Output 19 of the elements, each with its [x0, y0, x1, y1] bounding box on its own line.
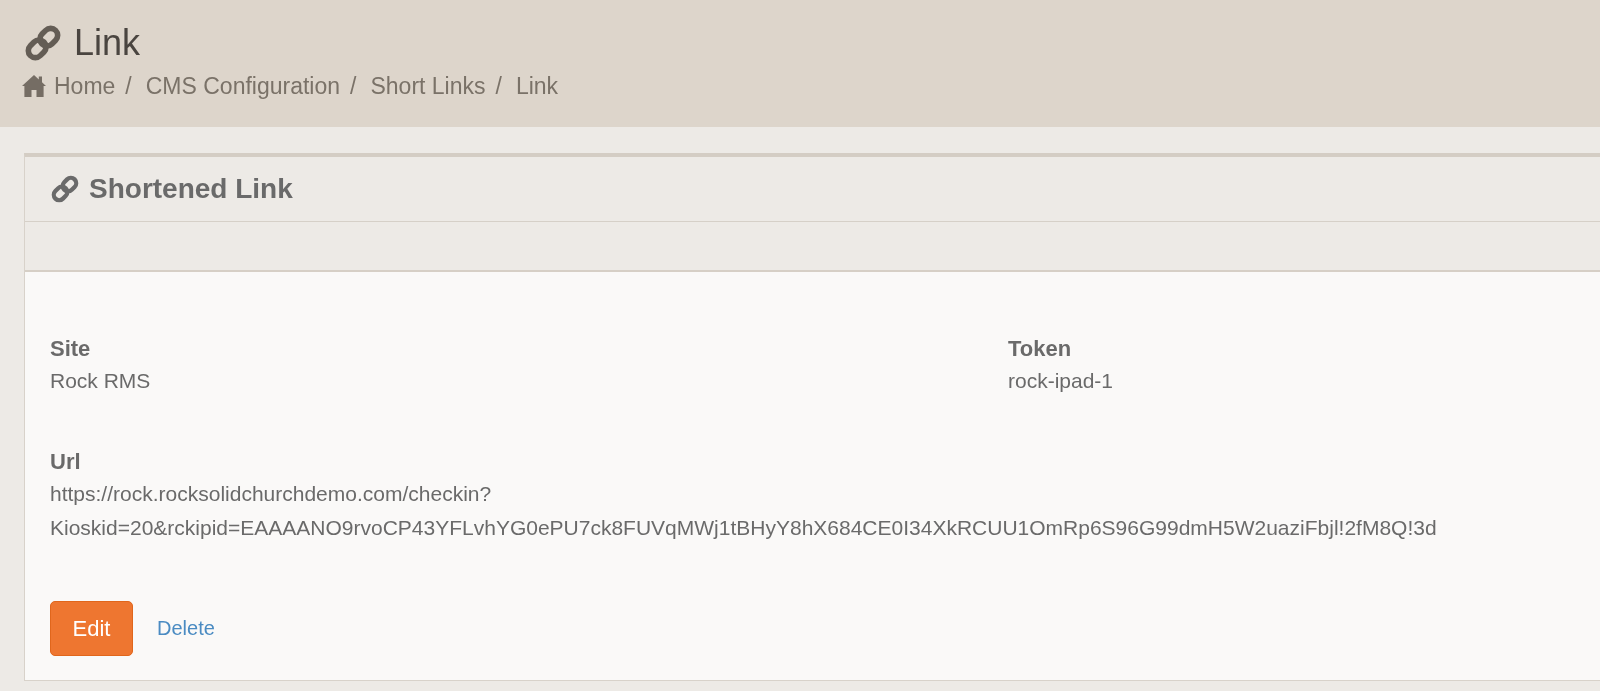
field-label: Token [1008, 335, 1072, 363]
breadcrumb-link[interactable]: Home [54, 72, 116, 100]
field-label: Url [50, 448, 81, 476]
field-value: Rock RMS [50, 368, 151, 394]
breadcrumb-separator: / [495, 72, 502, 100]
edit-button[interactable]: Edit [50, 601, 133, 656]
breadcrumb-link[interactable]: CMS Configuration [145, 72, 341, 100]
breadcrumb-link[interactable]: Short Links [370, 72, 486, 100]
panel-title: Shortened Link [89, 173, 293, 205]
breadcrumb-separator: / [350, 72, 357, 100]
link-icon [49, 173, 81, 205]
page-title: Link [74, 21, 141, 65]
breadcrumb-separator: / [125, 72, 132, 100]
delete-link[interactable]: Delete [157, 617, 215, 640]
field-value: https://rock.rocksolidchurchdemo.com/checkin?Kioskid=20&rckipid=EAAAANO9rvoCP43YFLvhYG0ePU7ck8FUVqMWj1tBHyY8hX684CE0I34XkRCUU1OmRp6S96G99dmH5W2uaziFbjl!2fM8Q!3d [50, 481, 1438, 541]
home-icon [22, 75, 46, 97]
breadcrumb-link[interactable]: Link [515, 72, 559, 100]
field-label: Site [50, 335, 91, 363]
field-value: rock-ipad-1 [1008, 368, 1114, 394]
